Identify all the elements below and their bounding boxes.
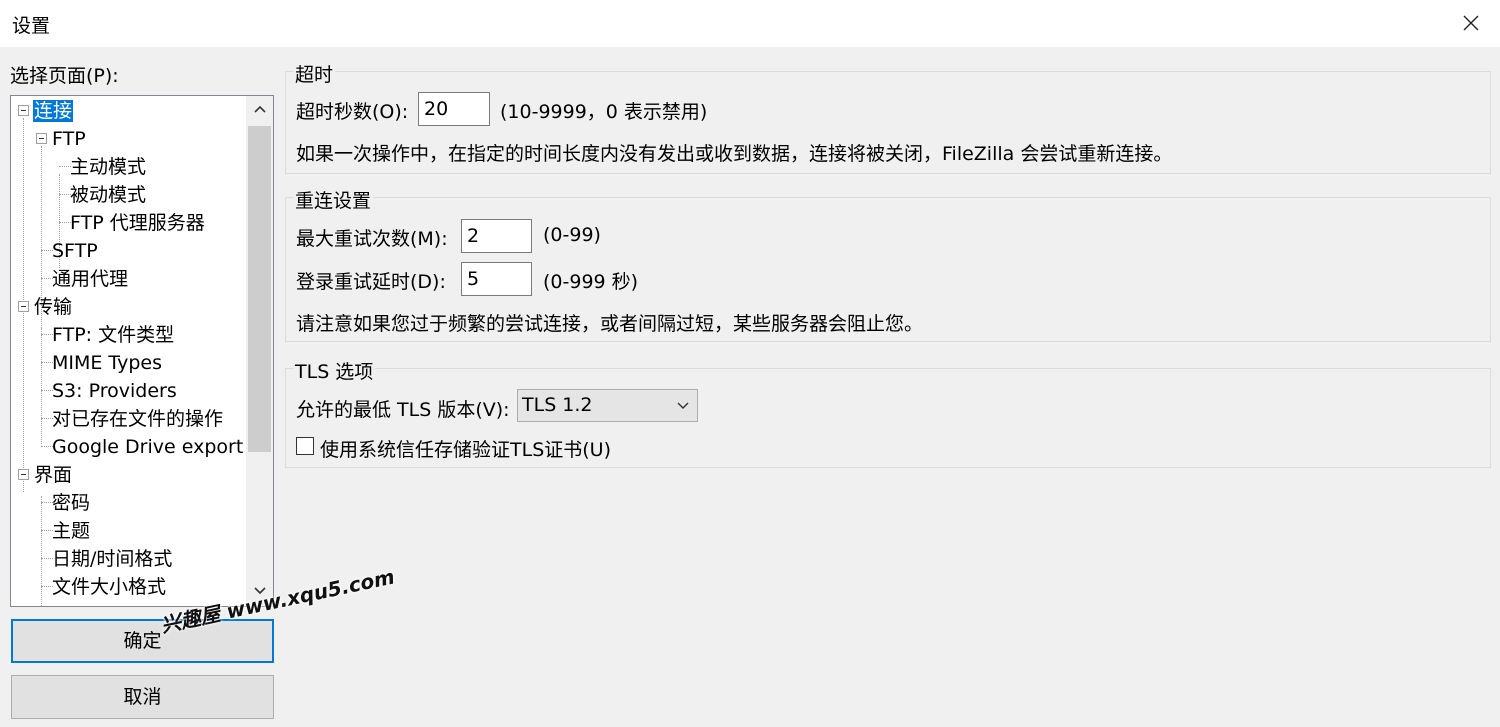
tree-item-interface[interactable]: 界面 (33, 462, 73, 488)
tree-item-generic-proxy[interactable]: 通用代理 (51, 266, 129, 292)
collapse-icon[interactable] (18, 301, 29, 312)
title-bar: 设置 (0, 0, 1500, 47)
scroll-thumb[interactable] (248, 126, 271, 452)
tree-item-ftp-proxy[interactable]: FTP 代理服务器 (69, 210, 206, 236)
tree-item-file-exists-action[interactable]: 对已存在文件的操作 (51, 406, 224, 432)
tree-item-passwords[interactable]: 密码 (51, 490, 91, 516)
timeout-range-hint: (10-9999，0 表示禁用) (500, 101, 708, 123)
system-trust-label[interactable]: 使用系统信任存储验证TLS证书(U) (320, 435, 611, 462)
window-title: 设置 (12, 15, 51, 37)
tls-min-version-select[interactable]: TLS 1.2 (517, 389, 698, 422)
tls-group-title: TLS 选项 (293, 357, 376, 384)
retry-delay-label: 登录重试延时(D): (296, 271, 446, 293)
max-retries-label: 最大重试次数(M): (296, 228, 448, 250)
max-retries-hint: (0-99) (543, 224, 601, 246)
scroll-up-icon[interactable] (246, 96, 273, 124)
collapse-icon[interactable] (18, 469, 29, 480)
tree-item-date-time-format[interactable]: 日期/时间格式 (51, 546, 173, 572)
close-icon[interactable] (1456, 8, 1486, 38)
tree-scrollbar[interactable] (246, 96, 273, 606)
tree-item-themes[interactable]: 主题 (51, 518, 91, 544)
tree-item-google-drive-export[interactable]: Google Drive export (51, 434, 244, 460)
timeout-description: 如果一次操作中，在指定的时间长度内没有发出或收到数据，连接将被关闭，FileZi… (296, 143, 1173, 165)
tree-item-sftp[interactable]: SFTP (51, 238, 99, 264)
timeout-seconds-input[interactable]: 20 (418, 92, 490, 126)
select-page-label: 选择页面(P): (10, 65, 119, 87)
tls-min-version-label: 允许的最低 TLS 版本(V): (296, 399, 510, 421)
tree-item-s3-providers[interactable]: S3: Providers (51, 378, 178, 404)
collapse-icon[interactable] (36, 133, 47, 144)
tree-item-transfer[interactable]: 传输 (33, 294, 73, 320)
timeout-seconds-label: 超时秒数(O): (296, 101, 409, 123)
cancel-button[interactable]: 取消 (11, 675, 274, 719)
tree-item-ftp[interactable]: FTP (51, 126, 87, 152)
page-tree[interactable]: 连接 FTP 主动模式 被动模式 FTP 代理服务器 SFTP 通用代理 传输 … (10, 95, 274, 607)
retry-delay-hint: (0-999 秒) (543, 271, 639, 293)
tree-item-filesize-format[interactable]: 文件大小格式 (51, 574, 167, 600)
collapse-icon[interactable] (18, 105, 29, 116)
tls-min-version-value: TLS 1.2 (522, 394, 593, 416)
retry-delay-input[interactable]: 5 (461, 262, 532, 296)
tree-item-active-mode[interactable]: 主动模式 (69, 154, 147, 180)
tree-item-mime-types[interactable]: MIME Types (51, 350, 163, 376)
timeout-group-title: 超时 (293, 60, 336, 87)
reconnect-group-title: 重连设置 (293, 186, 374, 213)
max-retries-input[interactable]: 2 (461, 219, 532, 253)
tree-item-connection[interactable]: 连接 (33, 98, 74, 124)
system-trust-checkbox[interactable] (296, 437, 314, 455)
chevron-down-icon (677, 390, 689, 431)
ok-button[interactable]: 确定 (11, 619, 274, 663)
tree-item-ftp-file-types[interactable]: FTP: 文件类型 (51, 322, 175, 348)
reconnect-note: 请注意如果您过于频繁的尝试连接，或者间隔过短，某些服务器会阻止您。 (296, 313, 924, 335)
tree-item-passive-mode[interactable]: 被动模式 (69, 182, 147, 208)
